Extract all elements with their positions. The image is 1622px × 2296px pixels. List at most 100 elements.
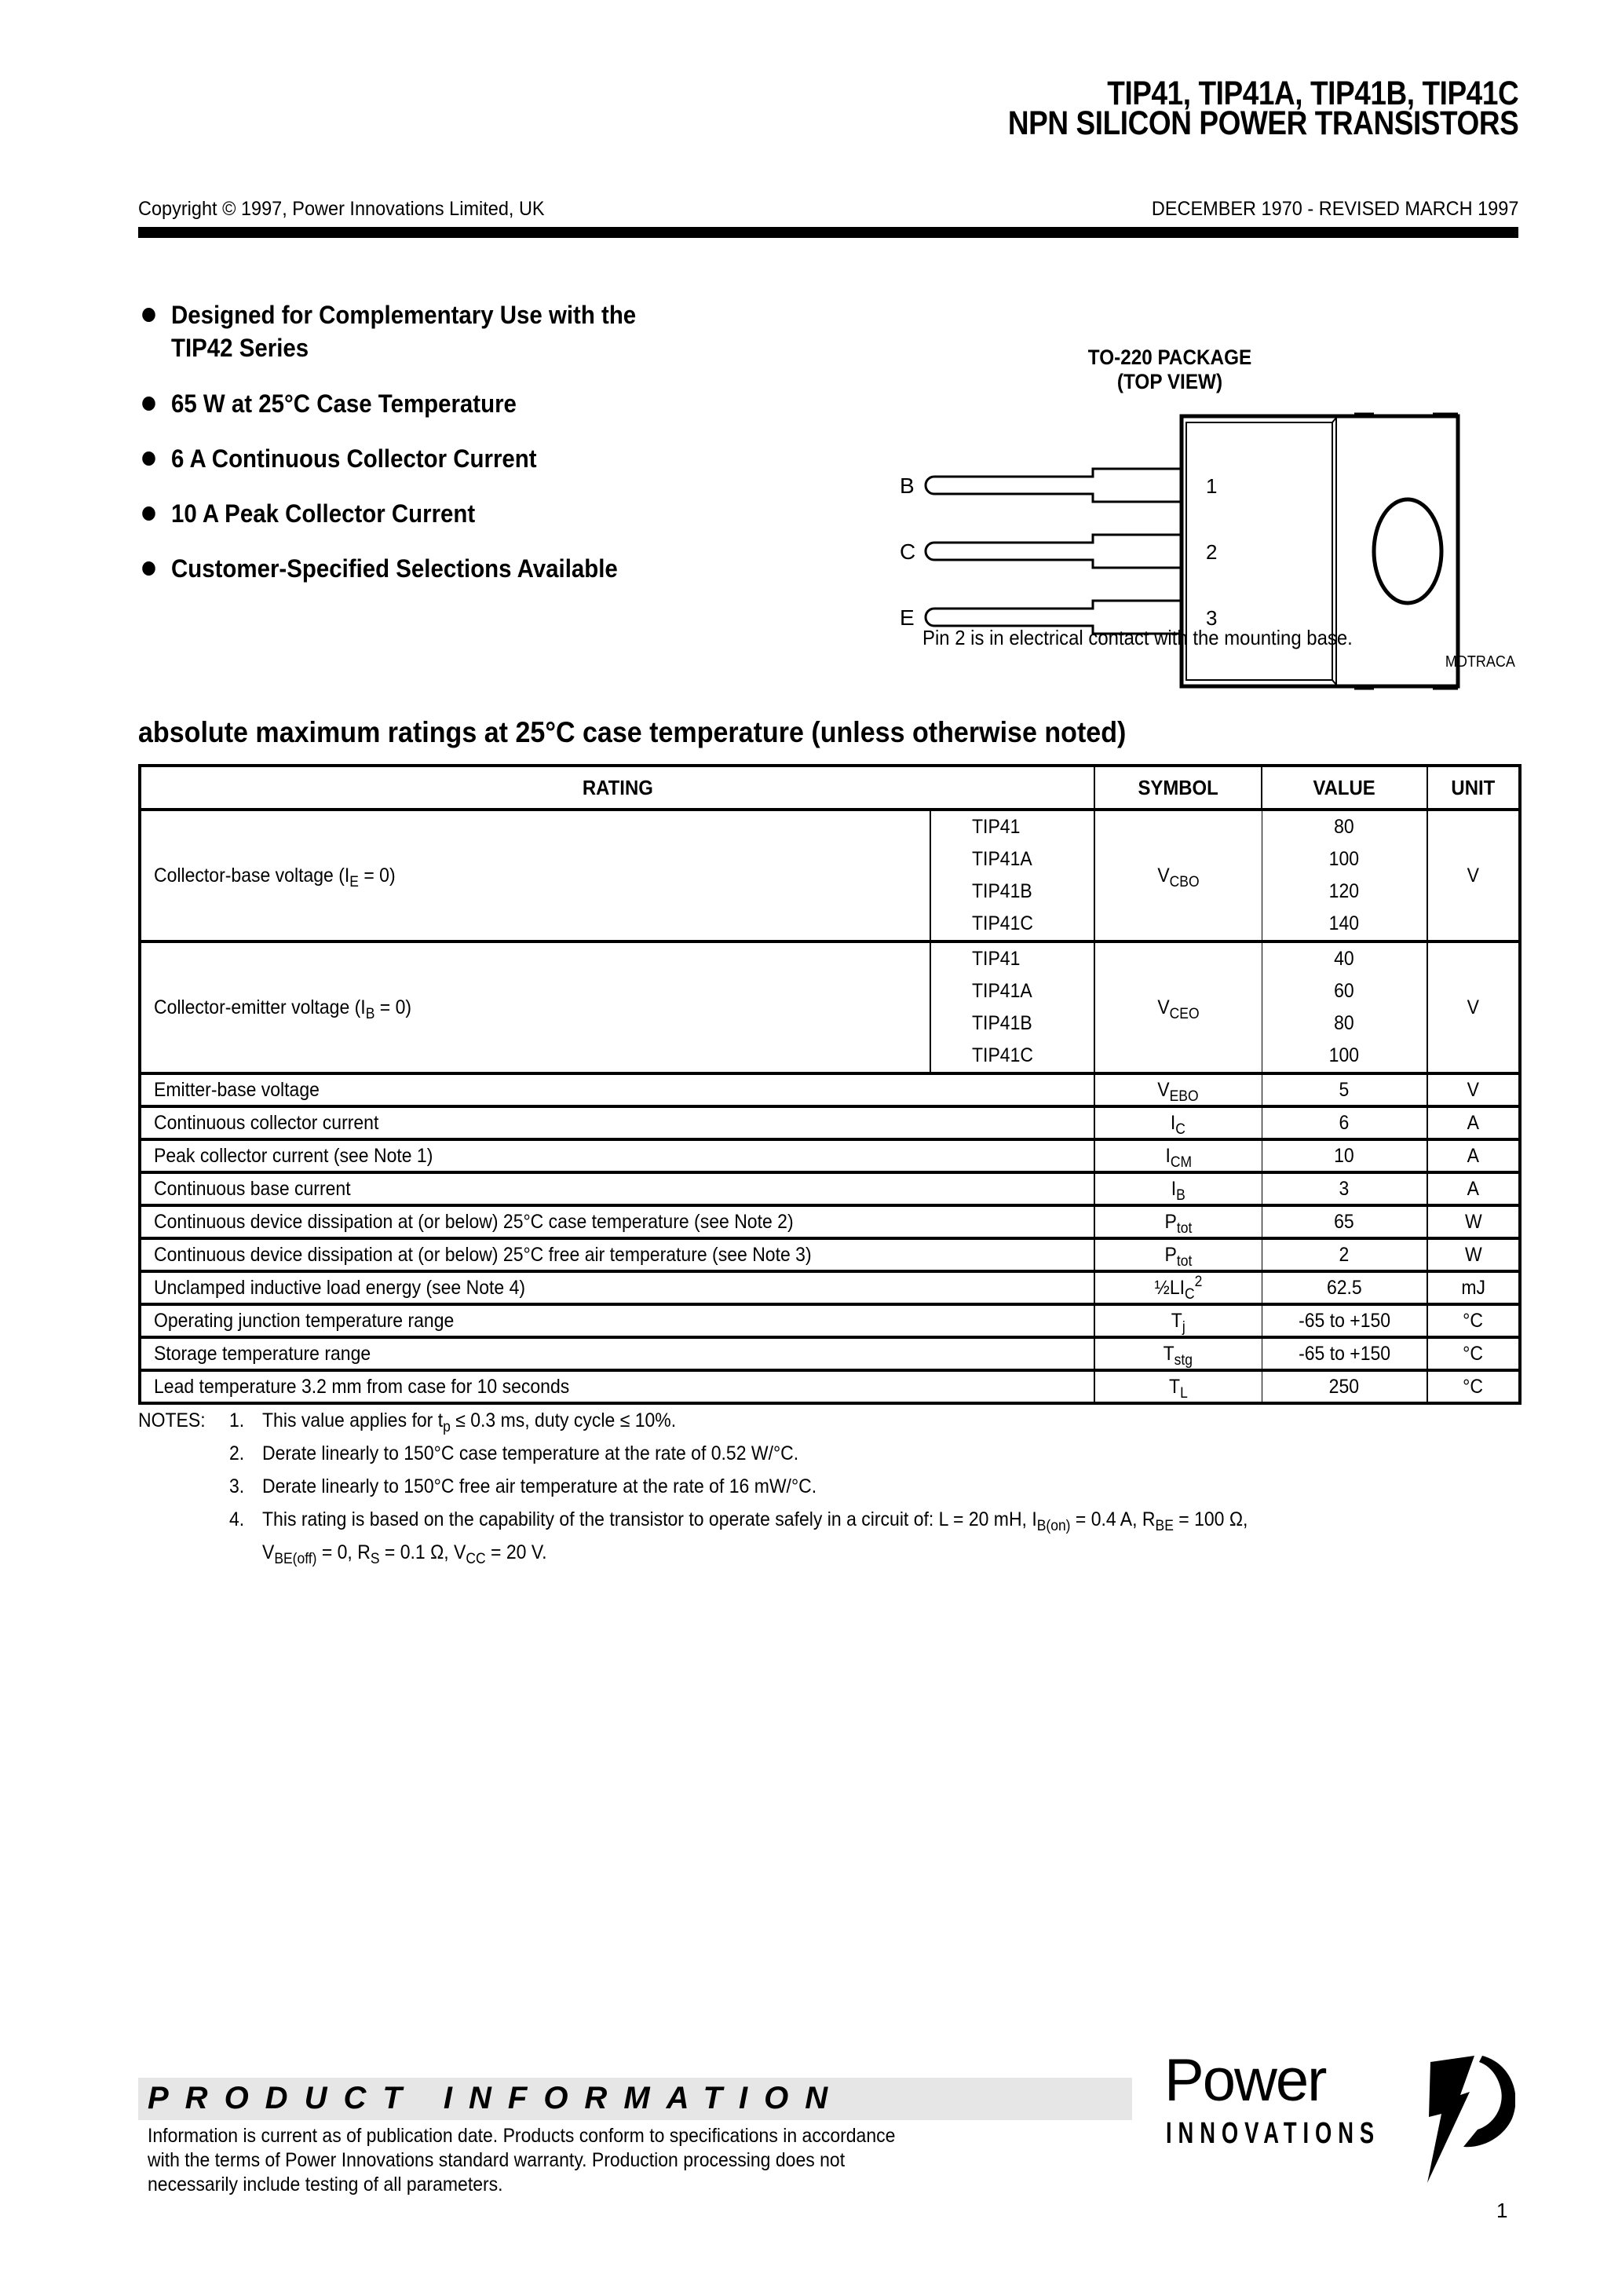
unit-cell: A — [1427, 1138, 1521, 1172]
feature-text: 6 A Continuous Collector Current — [171, 444, 537, 473]
device-cell: TIP41C — [929, 1040, 1095, 1073]
table-row: Continuous collector current IC 6 A — [140, 1105, 1521, 1139]
table-row: Emitter-base voltage VEBO 5 V — [140, 1072, 1521, 1106]
symbol-text: Tstg — [1164, 1343, 1193, 1369]
symbol-text: VCEO — [1157, 996, 1200, 1022]
unit-cell: °C — [1427, 1303, 1521, 1337]
symbol-text: ICM — [1164, 1145, 1192, 1171]
package-view: (TOP VIEW) — [1116, 370, 1223, 393]
note-number: 1. — [229, 1409, 245, 1431]
absolute-maximum-ratings-table: RATING SYMBOL VALUE UNIT Collector-base … — [138, 764, 1522, 1405]
device-cell: TIP41B — [929, 1007, 1095, 1040]
note-number: 4. — [229, 1508, 245, 1530]
rating-cell: Continuous device dissipation at (or bel… — [140, 1237, 1095, 1271]
to220-package-diagram: B C E 1 2 3 — [900, 412, 1460, 690]
note-text: This value applies for tp ≤ 0.3 ms, duty… — [262, 1409, 677, 1435]
pin-number-1: 1 — [1206, 474, 1217, 498]
unit-cell: °C — [1427, 1369, 1521, 1403]
table-header-row: RATING SYMBOL VALUE UNIT — [140, 766, 1521, 811]
note-text-continued: VBE(off) = 0, RS = 0.1 Ω, VCC = 20 V. — [262, 1541, 547, 1567]
disclaimer-line: with the terms of Power Innovations stan… — [148, 2149, 846, 2171]
symbol-text: IB — [1171, 1178, 1185, 1204]
rating-cell: Continuous collector current — [140, 1105, 1095, 1139]
note-text: This rating is based on the capability o… — [262, 1508, 1248, 1534]
package-name: TO-220 PACKAGE — [1087, 345, 1252, 369]
rating-cell: Continuous base current — [140, 1171, 1095, 1205]
symbol-cell: VCEO — [1094, 940, 1262, 1073]
symbol-cell: Tj — [1094, 1303, 1262, 1337]
value-cell: 10 — [1261, 1138, 1428, 1172]
mounting-hole — [1372, 497, 1444, 605]
bullet-icon — [142, 561, 155, 576]
value-cell: -65 to +150 — [1261, 1336, 1428, 1370]
note-text: Derate linearly to 150°C case temperatur… — [262, 1442, 799, 1464]
lead-b — [924, 467, 1182, 503]
value-cell: 100 — [1261, 1040, 1428, 1073]
value-cell: 65 — [1261, 1204, 1428, 1238]
device-cell: TIP41A — [929, 843, 1095, 876]
symbol-cell: VEBO — [1094, 1072, 1262, 1106]
symbol-cell: IB — [1094, 1171, 1262, 1205]
rating-cell: Collector-emitter voltage (IB = 0) — [140, 940, 930, 1073]
unit-cell: W — [1427, 1237, 1521, 1271]
bullet-icon — [142, 452, 155, 466]
symbol-text: IC — [1171, 1112, 1186, 1138]
unit-cell: V — [1427, 808, 1521, 941]
unit-cell: W — [1427, 1204, 1521, 1238]
document-subtitle: NPN SILICON POWER TRANSISTORS — [1007, 104, 1519, 142]
pin-number-2: 2 — [1206, 540, 1217, 564]
note-number: 2. — [229, 1442, 245, 1464]
page-number: 1 — [1496, 2199, 1508, 2222]
feature-item: 6 A Continuous Collector Current — [142, 442, 537, 475]
table-row: Storage temperature range Tstg -65 to +150… — [140, 1336, 1521, 1370]
lightning-p-logo-icon — [1427, 2056, 1515, 2183]
logo-wordmark: Power — [1164, 2047, 1327, 2114]
symbol-cell: ½LIC2 — [1094, 1270, 1262, 1304]
bullet-icon — [142, 506, 155, 521]
feature-text: 10 A Peak Collector Current — [171, 499, 476, 528]
value-cell: -65 to +150 — [1261, 1303, 1428, 1337]
feature-text: Customer-Specified Selections Available — [171, 554, 618, 583]
logo-subtitle: INNOVATIONS — [1166, 2117, 1381, 2150]
value-cell: 120 — [1261, 876, 1428, 908]
device-cell: TIP41A — [929, 975, 1095, 1007]
device-cell: TIP41 — [929, 808, 1095, 843]
symbol-text: VEBO — [1157, 1079, 1199, 1105]
rating-cell: Peak collector current (see Note 1) — [140, 1138, 1095, 1172]
symbol-cell: TL — [1094, 1369, 1262, 1403]
device-cell: TIP41C — [929, 908, 1095, 941]
table-row: Collector-base voltage (IE = 0) TIP41 VCBO… — [140, 808, 1521, 941]
table-row: Unclamped inductive load energy (see Not… — [140, 1270, 1521, 1304]
column-header-unit: UNIT — [1427, 766, 1521, 811]
table-row: Continuous device dissipation at (or bel… — [140, 1204, 1521, 1238]
column-header-value: VALUE — [1261, 766, 1428, 811]
unit-cell: mJ — [1427, 1270, 1521, 1304]
device-cell: TIP41 — [929, 940, 1095, 975]
symbol-cell: IC — [1094, 1105, 1262, 1139]
column-header-rating: RATING — [140, 766, 1095, 811]
product-information-title: PRODUCT INFORMATION — [148, 2081, 845, 2115]
value-cell: 62.5 — [1261, 1270, 1428, 1304]
value-cell: 80 — [1261, 1007, 1428, 1040]
table-row: Operating junction temperature range Tj -6… — [140, 1303, 1521, 1337]
value-cell: 3 — [1261, 1171, 1428, 1205]
revision-date: DECEMBER 1970 - REVISED MARCH 1997 — [1151, 198, 1518, 220]
unit-cell: °C — [1427, 1336, 1521, 1370]
value-cell: 40 — [1261, 940, 1428, 975]
feature-item: 65 W at 25°C Case Temperature — [142, 387, 517, 420]
feature-text: 65 W at 25°C Case Temperature — [171, 389, 517, 418]
unit-cell: A — [1427, 1105, 1521, 1139]
symbol-text: VCBO — [1157, 864, 1200, 890]
unit-cell: A — [1427, 1171, 1521, 1205]
pin-label-emitter: E — [900, 605, 915, 630]
table-row: Collector-emitter voltage (IB = 0) TIP41 V… — [140, 940, 1521, 1073]
symbol-text: TL — [1168, 1376, 1188, 1402]
disclaimer-line: Information is current as of publication… — [148, 2125, 896, 2147]
table-row: Lead temperature 3.2 mm from case for 10… — [140, 1369, 1521, 1403]
pin-label-collector: C — [900, 539, 915, 564]
rating-cell: Collector-base voltage (IE = 0) — [140, 808, 930, 941]
rating-cell: Operating junction temperature range — [140, 1303, 1095, 1337]
note-number: 3. — [229, 1475, 245, 1497]
note-text: Derate linearly to 150°C free air temper… — [262, 1475, 817, 1497]
section-heading: absolute maximum ratings at 25°C case te… — [138, 716, 1127, 748]
